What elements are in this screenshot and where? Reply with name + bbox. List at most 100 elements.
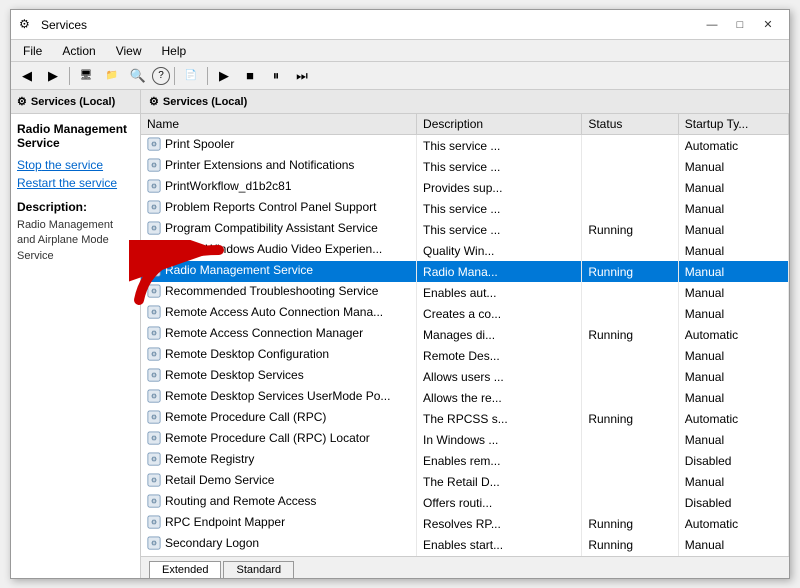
- svg-text:⚙: ⚙: [151, 519, 157, 527]
- right-panel: ⚙ Services (Local) Name Description Stat…: [141, 90, 789, 578]
- restart-button[interactable]: ⏭: [290, 65, 314, 87]
- service-startup-cell: Manual: [678, 534, 788, 555]
- service-desc-cell: Enables aut...: [417, 282, 582, 303]
- service-name-cell: ⚙Remote Registry: [141, 450, 417, 471]
- forward-button[interactable]: ▶: [41, 65, 65, 87]
- service-name-cell: ⚙Remote Desktop Services: [141, 366, 417, 387]
- service-name-cell: ⚙Remote Desktop Services UserMode Po...: [141, 387, 417, 408]
- right-panel-title: Services (Local): [163, 96, 247, 108]
- svg-text:⚙: ⚙: [151, 204, 157, 212]
- service-startup-cell: Disabled: [678, 492, 788, 513]
- service-status-cell: [582, 303, 678, 324]
- service-name-cell: ⚙Secondary Logon: [141, 534, 417, 555]
- service-name-cell: ⚙RPC Endpoint Mapper: [141, 513, 417, 534]
- service-name-cell: ⚙Recommended Troubleshooting Service: [141, 282, 417, 303]
- table-row[interactable]: ⚙Remote Desktop ConfigurationRemote Des.…: [141, 345, 789, 366]
- service-desc-cell: This service ...: [417, 135, 582, 157]
- service-name-cell: ⚙Program Compatibility Assistant Service: [141, 219, 417, 240]
- service-desc-cell: Remote Des...: [417, 345, 582, 366]
- service-name-cell: ⚙Problem Reports Control Panel Support: [141, 198, 417, 219]
- table-row[interactable]: ⚙Secondary LogonEnables start...RunningM…: [141, 534, 789, 555]
- separator-3: [207, 67, 208, 85]
- export-button[interactable]: 📄: [179, 65, 203, 87]
- service-desc-cell: Manages di...: [417, 324, 582, 345]
- service-status-cell: Running: [582, 513, 678, 534]
- help-button[interactable]: ?: [152, 67, 170, 85]
- separator-1: [69, 67, 70, 85]
- service-name-cell: ⚙Retail Demo Service: [141, 471, 417, 492]
- tab-extended[interactable]: Extended: [149, 561, 221, 578]
- close-button[interactable]: ✕: [755, 14, 781, 36]
- service-status-cell: [582, 156, 678, 177]
- search-button[interactable]: 🔍: [126, 65, 150, 87]
- service-desc-cell: The RPCSS s...: [417, 408, 582, 429]
- service-desc-cell: Provides sup...: [417, 177, 582, 198]
- tab-standard[interactable]: Standard: [223, 561, 294, 578]
- table-row[interactable]: ⚙Remote Desktop Services UserMode Po...A…: [141, 387, 789, 408]
- table-row[interactable]: ⚙Quality Windows Audio Video Experien...…: [141, 240, 789, 261]
- service-startup-cell: Manual: [678, 366, 788, 387]
- service-desc-cell: Enables start...: [417, 534, 582, 555]
- table-row[interactable]: ⚙Printer Extensions and NotificationsThi…: [141, 156, 789, 177]
- service-name-cell: ⚙Quality Windows Audio Video Experien...: [141, 240, 417, 261]
- service-desc-cell: This service ...: [417, 198, 582, 219]
- table-row[interactable]: ⚙Retail Demo ServiceThe Retail D...Manua…: [141, 471, 789, 492]
- service-name-cell: ⚙Remote Procedure Call (RPC): [141, 408, 417, 429]
- up-button[interactable]: 🖥: [74, 65, 98, 87]
- table-row[interactable]: ⚙Program Compatibility Assistant Service…: [141, 219, 789, 240]
- col-name[interactable]: Name: [141, 114, 417, 135]
- table-row[interactable]: ⚙Remote Procedure Call (RPC)The RPCSS s.…: [141, 408, 789, 429]
- menu-help[interactable]: Help: [154, 42, 195, 60]
- svg-text:⚙: ⚙: [151, 267, 157, 275]
- service-status-cell: [582, 240, 678, 261]
- service-status-cell: Running: [582, 261, 678, 282]
- stop-link[interactable]: Stop the service: [17, 158, 134, 172]
- col-status[interactable]: Status: [582, 114, 678, 135]
- menu-file[interactable]: File: [15, 42, 50, 60]
- service-startup-cell: Manual: [678, 156, 788, 177]
- table-row[interactable]: ⚙Remote RegistryEnables rem...Disabled: [141, 450, 789, 471]
- services-table[interactable]: Name Description Status Startup Ty... ⚙P…: [141, 114, 789, 556]
- restart-link[interactable]: Restart the service: [17, 176, 134, 190]
- table-row[interactable]: ⚙Print SpoolerThis service ...Automatic: [141, 135, 789, 157]
- menu-action[interactable]: Action: [54, 42, 103, 60]
- table-row[interactable]: ⚙Remote Desktop ServicesAllows users ...…: [141, 366, 789, 387]
- menu-view[interactable]: View: [108, 42, 150, 60]
- service-desc-cell: Quality Win...: [417, 240, 582, 261]
- table-row[interactable]: ⚙Radio Management ServiceRadio Mana...Ru…: [141, 261, 789, 282]
- table-row[interactable]: ⚙Problem Reports Control Panel SupportTh…: [141, 198, 789, 219]
- service-name-cell: ⚙Remote Desktop Configuration: [141, 345, 417, 366]
- folder-button[interactable]: 📁: [100, 65, 124, 87]
- main-window: ⚙ Services — □ ✕ File Action View Help ◀…: [10, 9, 790, 579]
- service-name-cell: ⚙Print Spooler: [141, 135, 417, 157]
- pause-button[interactable]: ⏸: [264, 65, 288, 87]
- table-row[interactable]: ⚙RPC Endpoint MapperResolves RP...Runnin…: [141, 513, 789, 534]
- right-panel-header: ⚙ Services (Local): [141, 90, 789, 114]
- service-status-cell: [582, 450, 678, 471]
- bottom-tabs: Extended Standard: [141, 556, 789, 578]
- service-startup-cell: Manual: [678, 240, 788, 261]
- service-status-cell: [582, 387, 678, 408]
- table-row[interactable]: ⚙Remote Access Connection ManagerManages…: [141, 324, 789, 345]
- maximize-button[interactable]: □: [727, 14, 753, 36]
- back-button[interactable]: ◀: [15, 65, 39, 87]
- service-name-cell: ⚙Routing and Remote Access: [141, 492, 417, 513]
- service-startup-cell: Manual: [678, 282, 788, 303]
- table-row[interactable]: ⚙Remote Procedure Call (RPC) LocatorIn W…: [141, 429, 789, 450]
- svg-text:⚙: ⚙: [151, 372, 157, 380]
- play-button[interactable]: ▶: [212, 65, 236, 87]
- stop-button[interactable]: ■: [238, 65, 262, 87]
- svg-text:⚙: ⚙: [151, 225, 157, 233]
- service-name-cell: ⚙Remote Procedure Call (RPC) Locator: [141, 429, 417, 450]
- table-row[interactable]: ⚙PrintWorkflow_d1b2c81Provides sup...Man…: [141, 177, 789, 198]
- minimize-button[interactable]: —: [699, 14, 725, 36]
- col-startup[interactable]: Startup Ty...: [678, 114, 788, 135]
- col-desc[interactable]: Description: [417, 114, 582, 135]
- main-content: ⚙ Services (Local) Radio Management Serv…: [11, 90, 789, 578]
- service-startup-cell: Manual: [678, 219, 788, 240]
- table-row[interactable]: ⚙Recommended Troubleshooting ServiceEnab…: [141, 282, 789, 303]
- selected-service-name: Radio Management Service: [17, 122, 134, 150]
- table-row[interactable]: ⚙Remote Access Auto Connection Mana...Cr…: [141, 303, 789, 324]
- table-row[interactable]: ⚙Routing and Remote AccessOffers routi..…: [141, 492, 789, 513]
- window-controls: — □ ✕: [699, 14, 781, 36]
